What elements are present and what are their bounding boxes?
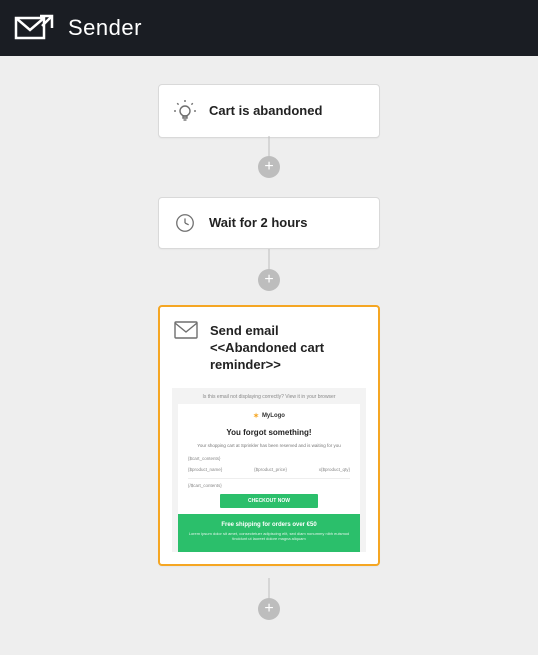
automation-canvas[interactable]: Cart is abandoned + Wait for 2 hours + <box>0 56 538 655</box>
preview-banner-title: Free shipping for orders over €50 <box>186 522 352 528</box>
envelope-icon <box>174 321 198 339</box>
node-trigger[interactable]: Cart is abandoned <box>158 84 380 138</box>
lightbulb-icon <box>173 99 197 123</box>
email-preview-container: Is this email not displaying correctly? … <box>160 388 378 564</box>
add-step-button[interactable]: + <box>258 269 280 291</box>
preview-placeholder: {/$cart_contents} <box>188 483 350 488</box>
preview-headline: You forgot something! <box>188 428 350 437</box>
email-preview: Is this email not displaying correctly? … <box>172 388 366 552</box>
preview-body: ✶ MyLogo You forgot something! Your shop… <box>178 404 360 514</box>
add-step-button[interactable]: + <box>258 156 280 178</box>
brand-name: Sender <box>68 15 142 41</box>
preview-placeholder: {$cart_contents} <box>188 456 350 461</box>
app-header: Sender <box>0 0 538 56</box>
node-email[interactable]: Send email <<Abandoned cart reminder>> I… <box>158 305 380 566</box>
node-delay-label: Wait for 2 hours <box>209 215 307 232</box>
clock-icon <box>173 212 197 234</box>
divider <box>188 478 350 479</box>
preview-top-note: Is this email not displaying correctly? … <box>178 394 360 400</box>
preview-banner: Free shipping for orders over €50 Lorem … <box>178 514 360 552</box>
preview-product-row: {$product_name} {$product_price} x{$prod… <box>188 467 350 472</box>
preview-banner-sub: Lorem ipsum dolor sit amet, consectetuer… <box>186 531 352 542</box>
node-delay[interactable]: Wait for 2 hours <box>158 197 380 249</box>
node-email-label: Send email <<Abandoned cart reminder>> <box>210 321 364 374</box>
sender-logo-icon <box>14 13 54 43</box>
preview-subhead: Your shopping cart at Sprinkler has been… <box>188 443 350 448</box>
add-step-button[interactable]: + <box>258 598 280 620</box>
preview-logo: ✶ MyLogo <box>188 412 350 420</box>
preview-cta-button: CHECKOUT NOW <box>220 494 317 508</box>
node-trigger-label: Cart is abandoned <box>209 103 322 120</box>
preview-logo-text: MyLogo <box>262 413 285 419</box>
star-icon: ✶ <box>253 412 259 420</box>
